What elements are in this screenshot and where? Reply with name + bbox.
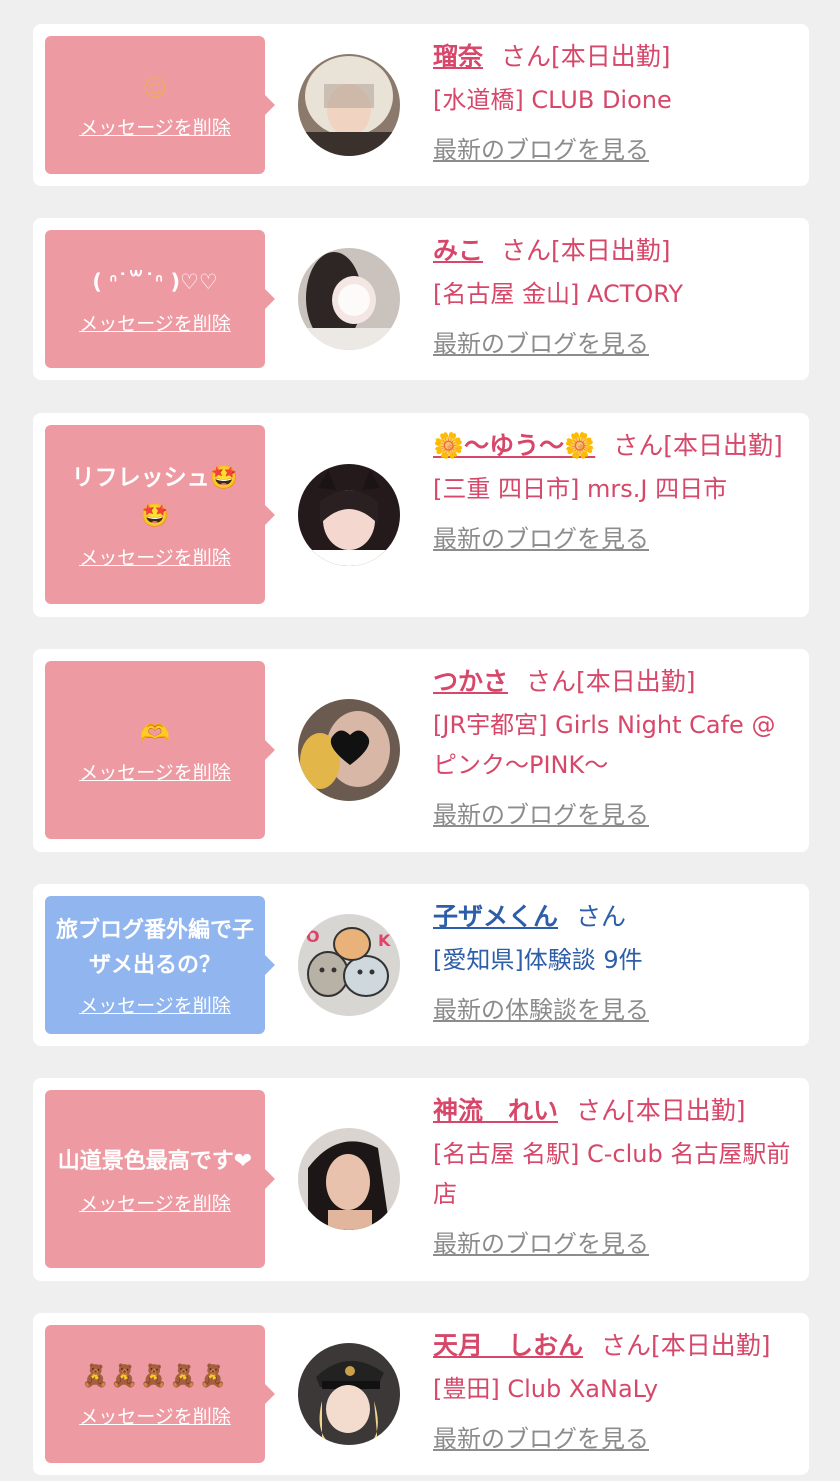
- girl-name-link[interactable]: 🌼〜ゆう〜🌼: [433, 431, 595, 460]
- message-text: 旅ブログ番外編で子ザメ出るの？: [55, 917, 254, 978]
- svg-text:K: K: [378, 931, 391, 950]
- shop-info: [三重 四日市] mrs.J 四日市: [433, 475, 728, 503]
- girl-name-link[interactable]: 天月 しおん: [433, 1331, 583, 1360]
- avatar[interactable]: [298, 1128, 400, 1230]
- name-suffix: さん[本日出勤]: [501, 42, 671, 71]
- message-text: 🫶: [140, 718, 170, 747]
- delete-message-link[interactable]: メッセージを削除: [79, 1189, 231, 1216]
- message-bubble: 旅ブログ番外編で子ザメ出るの？ メッセージを削除: [45, 896, 275, 1034]
- name-suffix: さん[本日出勤]: [501, 236, 671, 265]
- message-card: 🧸🧸🧸🧸🧸 メッセージを削除 天月 しおん さん[本日出勤] [豊田] Club …: [33, 1313, 809, 1475]
- message-text: 山道景色最高です❤: [57, 1148, 253, 1174]
- shop-info: [名古屋 名駅] C-club 名古屋駅前店: [433, 1140, 791, 1208]
- message-card: リフレッシュ🤩🤩 メッセージを削除 🌼〜ゆう〜🌼 さん[本日出勤] [三重 四日市…: [33, 413, 809, 617]
- latest-review-link[interactable]: 最新の体験談を見る: [433, 990, 649, 1030]
- avatar[interactable]: [298, 248, 400, 350]
- message-card: ( ᐢ˙꒳˙ᐢ )♡♡ メッセージを削除 みこ さん[本日出勤] [名古屋 金山]…: [33, 218, 809, 380]
- message-bubble: リフレッシュ🤩🤩 メッセージを削除: [45, 425, 275, 604]
- message-bubble: ☺ メッセージを削除: [45, 36, 275, 174]
- message-text: リフレッシュ🤩🤩: [71, 465, 239, 529]
- name-suffix: さん[本日出勤]: [526, 667, 696, 696]
- latest-blog-link[interactable]: 最新のブログを見る: [433, 519, 649, 559]
- message-list: ☺ メッセージを削除 瑠奈 さん[本日出勤] [水道橋] CLUB Dione 最…: [0, 0, 840, 1481]
- message-text: ( ᐢ˙꒳˙ᐢ )♡♡: [92, 269, 218, 294]
- avatar[interactable]: [298, 54, 400, 156]
- girl-name-link[interactable]: 瑠奈: [433, 42, 483, 71]
- delete-message-link[interactable]: メッセージを削除: [79, 758, 231, 785]
- avatar[interactable]: [298, 464, 400, 566]
- review-info: [愛知県]体験談 9件: [433, 946, 643, 974]
- name-suffix: さん[本日出勤]: [576, 1096, 746, 1125]
- avatar[interactable]: O K: [298, 914, 400, 1016]
- message-card: 山道景色最高です❤ メッセージを削除 神流 れい さん[本日出勤] [名古屋 名駅…: [33, 1078, 809, 1281]
- shop-info: [豊田] Club XaNaLy: [433, 1375, 659, 1403]
- message-card: ☺ メッセージを削除 瑠奈 さん[本日出勤] [水道橋] CLUB Dione 最…: [33, 24, 809, 186]
- message-bubble: 🧸🧸🧸🧸🧸 メッセージを削除: [45, 1325, 275, 1463]
- avatar[interactable]: [298, 1343, 400, 1445]
- latest-blog-link[interactable]: 最新のブログを見る: [433, 1419, 649, 1459]
- message-bubble: 山道景色最高です❤ メッセージを削除: [45, 1090, 275, 1268]
- girl-name-link[interactable]: みこ: [433, 236, 483, 265]
- delete-message-link[interactable]: メッセージを削除: [79, 543, 231, 570]
- latest-blog-link[interactable]: 最新のブログを見る: [433, 795, 649, 835]
- latest-blog-link[interactable]: 最新のブログを見る: [433, 130, 649, 170]
- shop-info: [水道橋] CLUB Dione: [433, 86, 672, 114]
- user-name-link[interactable]: 子ザメくん: [433, 902, 558, 931]
- name-suffix: さん[本日出勤]: [613, 431, 783, 460]
- message-bubble: 🫶 メッセージを削除: [45, 661, 275, 839]
- delete-message-link[interactable]: メッセージを削除: [79, 309, 231, 336]
- name-suffix: さん: [576, 902, 627, 931]
- message-bubble: ( ᐢ˙꒳˙ᐢ )♡♡ メッセージを削除: [45, 230, 275, 368]
- message-card: 旅ブログ番外編で子ザメ出るの？ メッセージを削除 O K 子ザメくん さん [愛知…: [33, 884, 809, 1046]
- name-suffix: さん[本日出勤]: [601, 1331, 771, 1360]
- delete-message-link[interactable]: メッセージを削除: [79, 991, 231, 1018]
- shop-info: [JR宇都宮] Girls Night Cafe @ピンク〜PINK〜: [433, 711, 776, 779]
- girl-name-link[interactable]: つかさ: [433, 667, 508, 696]
- latest-blog-link[interactable]: 最新のブログを見る: [433, 1224, 649, 1264]
- avatar[interactable]: [298, 699, 400, 801]
- svg-text:O: O: [306, 927, 320, 946]
- message-text: 🧸🧸🧸🧸🧸: [81, 1363, 229, 1389]
- delete-message-link[interactable]: メッセージを削除: [79, 1402, 231, 1429]
- message-text: ☺: [142, 73, 168, 102]
- delete-message-link[interactable]: メッセージを削除: [79, 113, 231, 140]
- shop-info: [名古屋 金山] ACTORY: [433, 280, 684, 308]
- girl-name-link[interactable]: 神流 れい: [433, 1096, 558, 1125]
- message-card: 🫶 メッセージを削除 つかさ さん[本日出勤] [JR宇都宮] Girls Nig…: [33, 649, 809, 852]
- latest-blog-link[interactable]: 最新のブログを見る: [433, 324, 649, 364]
